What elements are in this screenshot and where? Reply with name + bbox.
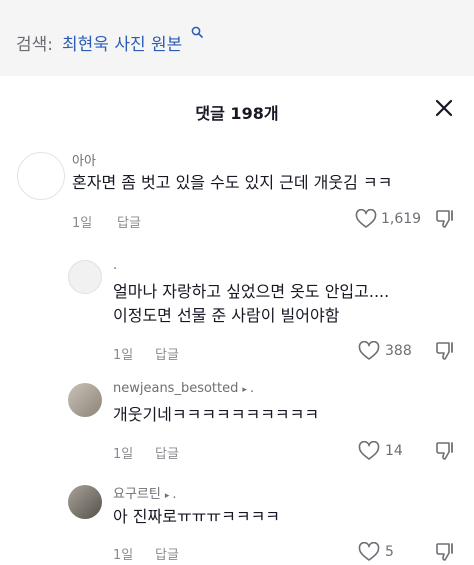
comment-username[interactable]: 요구르틴 ▸. [113,483,177,502]
avatar[interactable] [68,485,102,519]
avatar[interactable] [68,260,102,294]
heart-outline-icon[interactable] [358,341,380,361]
avatar[interactable] [17,152,65,200]
comment-item: 요구르틴 ▸. 아 진짜로ㅠㅠㅠㅋㅋㅋㅋ 1일 답글 5 [0,482,474,565]
comment-username[interactable]: 아아 [72,150,96,169]
search-icon[interactable] [191,26,203,38]
reply-button[interactable]: 답글 [155,544,179,563]
replied-to-user: . [172,487,177,502]
comment-item: 아아 혼자면 좀 벗고 있을 수도 있지 근데 개웃김 ㅋㅋ 1일 답글 1,6… [0,146,474,246]
thumbs-down-outline-icon[interactable] [435,440,455,462]
heart-outline-icon[interactable] [358,441,380,461]
reply-button[interactable]: 답글 [155,443,179,462]
like-count: 1,619 [381,211,422,227]
comment-item: . 얼마나 자랑하고 싶었으면 옷도 안입고.... 이정도면 선물 준 사람이… [0,257,474,372]
search-bar[interactable]: 검색: 최현욱 사진 원본 [0,0,474,76]
avatar[interactable] [68,383,102,417]
like-count: 388 [385,343,412,359]
comment-time: 1일 [113,348,134,363]
heart-outline-icon[interactable] [358,542,380,562]
comment-text-line-1: 얼마나 자랑하고 싶었으면 옷도 안입고.... [113,282,390,301]
comment-username[interactable]: . [113,258,117,273]
thumbs-down-outline-icon[interactable] [435,340,455,362]
like-count: 14 [385,443,403,459]
heart-outline-icon[interactable] [355,209,377,229]
close-icon[interactable] [434,98,454,118]
comment-text: 아 진짜로ㅠㅠㅠㅋㅋㅋㅋ [113,507,281,526]
replied-to-user: . [249,381,255,396]
reply-button[interactable]: 답글 [117,212,141,231]
thumbs-down-outline-icon[interactable] [435,208,455,230]
comment-time: 1일 [113,447,134,462]
username-text: newjeans_besotted [113,381,239,396]
comment-username[interactable]: newjeans_besotted ▸. [113,381,254,396]
search-prefix: 검색: [16,35,54,55]
comment-item: newjeans_besotted ▸. 개웃기네ㅋㅋㅋㅋㅋㅋㅋㅋㅋㅋ 1일 답글… [0,380,474,480]
reply-arrow-icon: ▸ [164,491,170,501]
comment-time: 1일 [113,548,134,563]
like-count: 5 [385,544,394,560]
comment-text: 개웃기네ㅋㅋㅋㅋㅋㅋㅋㅋㅋㅋ [113,405,320,424]
comment-text-line-2: 이정도면 선물 준 사람이 빌어야함 [113,306,340,325]
comment-text: 혼자면 좀 벗고 있을 수도 있지 근데 개웃김 ㅋㅋ [72,173,393,192]
search-query-link[interactable]: 최현욱 사진 원본 [62,30,182,55]
comment-time: 1일 [72,216,93,231]
thumbs-down-outline-icon[interactable] [435,541,455,563]
reply-arrow-icon: ▸ [242,385,247,395]
comments-title: 댓글 198개 [195,104,279,123]
username-text: 요구르틴 [113,487,161,502]
reply-button[interactable]: 답글 [155,344,179,363]
